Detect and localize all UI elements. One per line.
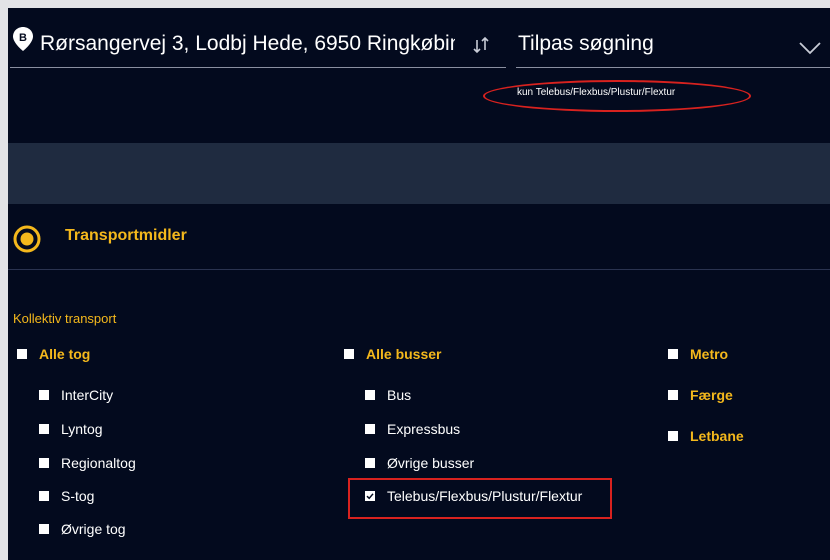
- pin-letter: B: [19, 32, 27, 44]
- checkbox-label: Lyntog: [61, 421, 103, 437]
- checkbox-box[interactable]: [365, 424, 375, 434]
- filter-underline: [516, 67, 830, 68]
- checkbox-label: Telebus/Flexbus/Plustur/Flextur: [387, 488, 583, 504]
- checkbox-intercity[interactable]: InterCity: [39, 387, 113, 403]
- checkbox-ovrige-busser[interactable]: Øvrige busser: [365, 455, 474, 471]
- checkbox-letbane[interactable]: Letbane: [668, 428, 744, 444]
- checkbox-label: Metro: [690, 346, 729, 362]
- checkbox-label: Regionaltog: [61, 455, 136, 471]
- radio-selected-icon[interactable]: [12, 224, 42, 254]
- checkbox-box[interactable]: [39, 424, 49, 434]
- chevron-down-icon[interactable]: [798, 40, 822, 56]
- checkbox-box[interactable]: [39, 458, 49, 468]
- checkbox-regionaltog[interactable]: Regionaltog: [39, 455, 136, 471]
- checkbox-label: Alle busser: [366, 346, 442, 362]
- checkbox-telebus-flexbus[interactable]: Telebus/Flexbus/Plustur/Flextur: [365, 488, 582, 504]
- checkbox-metro[interactable]: Metro: [668, 346, 728, 362]
- window-frame-left: [0, 0, 8, 560]
- customize-search-dropdown[interactable]: Tilpas søgning: [518, 32, 654, 56]
- section-title[interactable]: Transportmidler: [65, 227, 187, 245]
- checkbox-box[interactable]: [668, 349, 678, 359]
- checkbox-label: Letbane: [690, 428, 744, 444]
- checkbox-box[interactable]: [39, 390, 49, 400]
- checkbox-label: S-tog: [61, 488, 95, 504]
- address-underline: [10, 67, 506, 68]
- checkbox-box[interactable]: [39, 491, 49, 501]
- checkbox-lyntog[interactable]: Lyntog: [39, 421, 103, 437]
- checkbox-box-checked[interactable]: [365, 491, 375, 501]
- checkbox-box[interactable]: [39, 524, 49, 534]
- checkbox-s-tog[interactable]: S-tog: [39, 488, 94, 504]
- checkbox-alle-tog[interactable]: Alle tog: [17, 346, 90, 362]
- checkmark-icon: [366, 493, 374, 500]
- checkbox-box[interactable]: [365, 458, 375, 468]
- destination-address-input[interactable]: Rørsangervej 3, Lodbj Hede, 6950 Ringkøb…: [40, 32, 455, 56]
- checkbox-expressbus[interactable]: Expressbus: [365, 421, 460, 437]
- checkbox-box[interactable]: [365, 390, 375, 400]
- checkbox-label: InterCity: [61, 387, 114, 403]
- checkbox-box[interactable]: [344, 349, 354, 359]
- swap-direction-icon[interactable]: [470, 32, 492, 58]
- active-filter-summary: kun Telebus/Flexbus/Plustur/Flextur: [517, 87, 676, 98]
- checkbox-alle-busser[interactable]: Alle busser: [344, 346, 441, 362]
- location-pin-icon: B: [13, 27, 33, 51]
- checkbox-label: Øvrige busser: [387, 455, 475, 471]
- separator-band: [8, 143, 830, 204]
- checkbox-box[interactable]: [668, 431, 678, 441]
- checkbox-label: Alle tog: [39, 346, 91, 362]
- checkbox-faerge[interactable]: Færge: [668, 387, 733, 403]
- checkbox-label: Færge: [690, 387, 733, 403]
- checkbox-label: Øvrige tog: [61, 521, 126, 537]
- group-label: Kollektiv transport: [13, 311, 117, 326]
- checkbox-ovrige-tog[interactable]: Øvrige tog: [39, 521, 126, 537]
- checkbox-bus[interactable]: Bus: [365, 387, 411, 403]
- checkbox-label: Bus: [387, 387, 412, 403]
- window-frame-top: [0, 0, 830, 8]
- section-divider: [8, 269, 830, 270]
- journey-planner-panel: B Rørsangervej 3, Lodbj Hede, 6950 Ringk…: [8, 8, 830, 560]
- checkbox-box[interactable]: [17, 349, 27, 359]
- checkbox-label: Expressbus: [387, 421, 461, 437]
- checkbox-box[interactable]: [668, 390, 678, 400]
